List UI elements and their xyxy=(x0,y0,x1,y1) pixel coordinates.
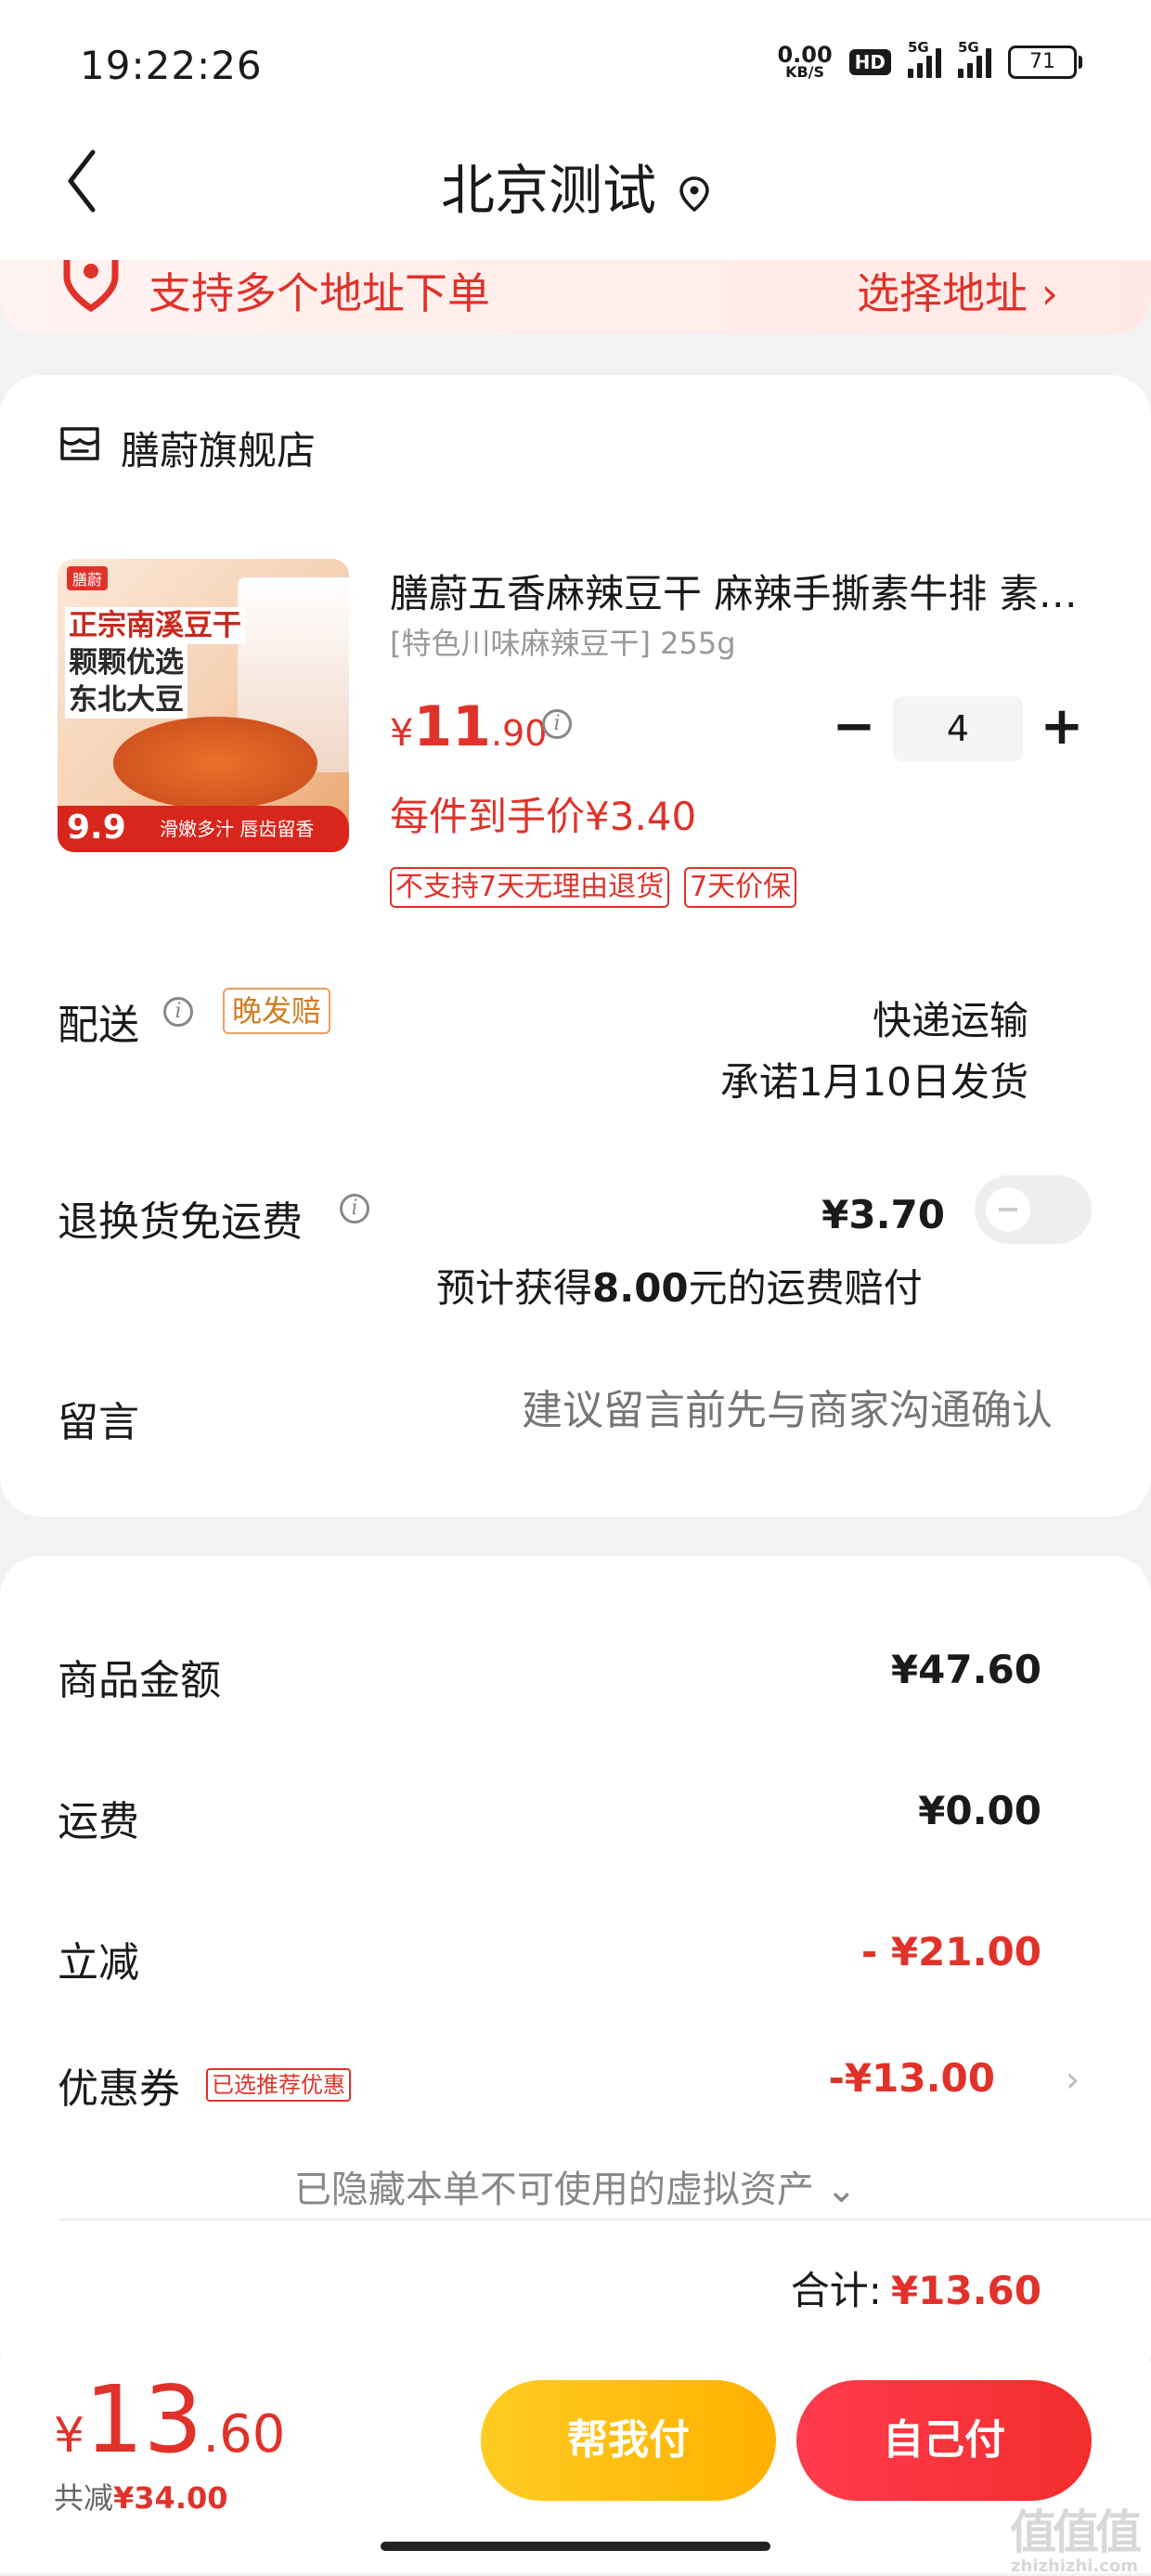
goods-amount-row: 商品金额 ¥47.60 xyxy=(58,1647,1041,1704)
discount-amount: - ¥21.00 xyxy=(860,1929,1041,1974)
net-speed: 0.00 KB/S xyxy=(777,42,833,81)
battery-icon: 71 xyxy=(1008,45,1082,79)
discount-row: 立减 - ¥21.00 xyxy=(58,1929,1041,1987)
status-time: 19:22:26 xyxy=(80,43,263,88)
shield-location-icon xyxy=(63,260,119,313)
product-food-image xyxy=(113,717,317,809)
goods-amount: ¥47.60 xyxy=(890,1647,1041,1692)
signal-icon: 5G xyxy=(908,39,941,78)
price-info-icon[interactable]: i xyxy=(542,709,572,739)
hd-icon: HD xyxy=(848,49,891,75)
order-card xyxy=(0,375,1151,1517)
product-image-headline-2: 颗颗优选 xyxy=(65,644,188,681)
signal-icon-2: 5G xyxy=(958,39,991,78)
message-input[interactable] xyxy=(403,1387,1053,1434)
select-address-link[interactable]: 选择地址 › xyxy=(857,260,1058,321)
help-pay-button[interactable]: 帮我付 xyxy=(481,2380,776,2501)
product-name[interactable]: 膳蔚五香麻辣豆干 麻辣手撕素牛排 素肉 零食 xyxy=(390,563,1086,619)
return-shipping-toggle[interactable] xyxy=(975,1175,1092,1244)
checkout-price: ¥13.60 xyxy=(54,2365,286,2474)
product-image-badge: 膳蔚 xyxy=(67,566,109,590)
total-amount: ¥13.60 xyxy=(890,2268,1041,2313)
total-saved: 共减¥34.00 xyxy=(54,2480,228,2516)
product-price: ¥11.90 xyxy=(390,694,548,759)
coupon-row[interactable]: 优惠券 已选推荐优惠 -¥13.00 xyxy=(58,2055,995,2113)
price-protect-tag: 7天价保 xyxy=(684,867,797,908)
return-shipping-info-icon[interactable]: i xyxy=(340,1194,369,1223)
quantity-value[interactable]: 4 xyxy=(893,696,1023,761)
chevron-right-icon[interactable]: › xyxy=(1066,2059,1080,2100)
home-indicator[interactable] xyxy=(381,2542,770,2551)
hidden-assets-toggle[interactable]: 已隐藏本单不可使用的虚拟资产 ⌄ xyxy=(0,2159,1151,2213)
address-banner[interactable]: 支持多个地址下单 选择地址 › xyxy=(0,260,1151,334)
message-label: 留言 xyxy=(58,1399,139,1446)
quantity-stepper: − 4 + xyxy=(826,696,1095,761)
unit-price: 每件到手价¥3.40 xyxy=(390,794,697,839)
store-name[interactable]: 膳蔚旗舰店 xyxy=(121,420,316,476)
decrease-button[interactable]: − xyxy=(826,696,882,761)
no-return-tag: 不支持7天无理由退货 xyxy=(390,867,670,908)
shipping-label: 配送 xyxy=(58,1002,139,1049)
freight-amount: ¥0.00 xyxy=(918,1788,1041,1833)
product-image-headline-3: 东北大豆 xyxy=(65,681,188,718)
product-image-slogan: 滑嫩多汁 唇齿留香 xyxy=(160,818,315,840)
store-icon xyxy=(60,427,99,460)
page-title[interactable]: 北京测试 xyxy=(0,147,1151,225)
shipping-date: 承诺1月10日发货 xyxy=(719,1059,1028,1105)
product-image-headline-1: 正宗南溪豆干 xyxy=(65,607,245,644)
return-shipping-label: 退换货免运费 xyxy=(58,1198,303,1246)
coupon-amount: -¥13.00 xyxy=(828,2055,995,2101)
late-compensation-tag: 晚发赔 xyxy=(223,988,331,1034)
shipping-method: 快递运输 xyxy=(872,998,1028,1043)
product-tags: 不支持7天无理由退货 7天价保 xyxy=(390,867,797,908)
product-spec[interactable]: [特色川味麻辣豆干] 255g xyxy=(390,620,736,663)
increase-button[interactable]: + xyxy=(1034,696,1090,761)
product-image-price: 9.9 xyxy=(67,809,126,847)
product-image[interactable]: 膳蔚 正宗南溪豆干 颗颗优选 东北大豆 9.9 滑嫩多汁 唇齿留香 xyxy=(58,559,349,852)
status-icons: 0.00 KB/S HD 5G 5G 71 xyxy=(777,39,1082,81)
total-row: 合计: ¥13.60 xyxy=(790,2268,1041,2313)
address-banner-text: 支持多个地址下单 xyxy=(149,268,490,318)
location-icon xyxy=(679,176,709,213)
return-shipping-price: ¥3.70 xyxy=(821,1192,945,1237)
coupon-recommended-tag: 已选推荐优惠 xyxy=(206,2068,351,2102)
shipping-info-icon[interactable]: i xyxy=(163,997,193,1027)
self-pay-button[interactable]: 自己付 xyxy=(796,2380,1092,2501)
return-shipping-note: 预计获得8.00元的运费赔付 xyxy=(436,1265,923,1311)
divider xyxy=(58,2219,1151,2220)
watermark: 值值值 zhizhizhi.com xyxy=(1010,2505,1142,2576)
freight-row: 运费 ¥0.00 xyxy=(58,1788,1041,1845)
